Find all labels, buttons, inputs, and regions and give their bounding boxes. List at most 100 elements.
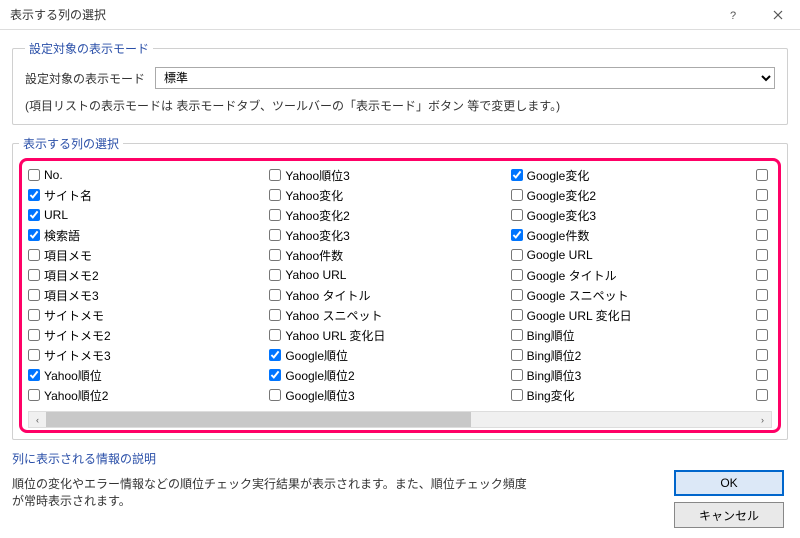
column-item[interactable]: サイトメモ2 xyxy=(28,325,269,345)
column-item[interactable]: Bing変化 xyxy=(511,385,752,405)
column-item[interactable]: Bing順位3 xyxy=(511,365,752,385)
column-checkbox[interactable] xyxy=(511,289,523,301)
column-checkbox[interactable] xyxy=(28,309,40,321)
column-item-overflow[interactable] xyxy=(752,265,772,285)
column-checkbox[interactable] xyxy=(756,309,768,321)
column-item[interactable]: Google変化 xyxy=(511,165,752,185)
column-item[interactable]: Google順位2 xyxy=(269,365,510,385)
column-item-overflow[interactable] xyxy=(752,185,772,205)
column-checkbox[interactable] xyxy=(511,349,523,361)
column-checkbox[interactable] xyxy=(28,229,40,241)
column-checkbox[interactable] xyxy=(269,389,281,401)
scroll-thumb[interactable] xyxy=(46,412,471,427)
column-item[interactable]: Google URL xyxy=(511,245,752,265)
column-item[interactable]: Google URL 変化日 xyxy=(511,305,752,325)
column-item[interactable]: Google変化3 xyxy=(511,205,752,225)
column-item[interactable]: Yahoo URL 変化日 xyxy=(269,325,510,345)
column-item[interactable]: Google順位3 xyxy=(269,385,510,405)
column-checkbox[interactable] xyxy=(511,389,523,401)
column-checkbox[interactable] xyxy=(28,249,40,261)
column-checkbox[interactable] xyxy=(269,209,281,221)
column-checkbox[interactable] xyxy=(28,169,40,181)
column-item[interactable]: Yahoo変化3 xyxy=(269,225,510,245)
column-checkbox[interactable] xyxy=(511,229,523,241)
column-checkbox[interactable] xyxy=(756,389,768,401)
column-checkbox[interactable] xyxy=(269,369,281,381)
column-item[interactable]: Yahoo順位3 xyxy=(269,165,510,185)
column-checkbox[interactable] xyxy=(28,349,40,361)
column-item-overflow[interactable] xyxy=(752,245,772,265)
column-checkbox[interactable] xyxy=(511,249,523,261)
column-item[interactable]: URL xyxy=(28,205,269,225)
scroll-track[interactable] xyxy=(46,412,754,427)
ok-button[interactable]: OK xyxy=(674,470,784,496)
column-item[interactable]: サイトメモ xyxy=(28,305,269,325)
column-checkbox[interactable] xyxy=(269,169,281,181)
column-item[interactable]: Bing順位 xyxy=(511,325,752,345)
scroll-right-button[interactable]: › xyxy=(754,412,771,427)
column-checkbox[interactable] xyxy=(756,169,768,181)
column-checkbox[interactable] xyxy=(756,369,768,381)
column-item[interactable]: Yahoo順位2 xyxy=(28,385,269,405)
column-checkbox[interactable] xyxy=(269,189,281,201)
column-item-overflow[interactable] xyxy=(752,225,772,245)
column-item-overflow[interactable] xyxy=(752,165,772,185)
column-checkbox[interactable] xyxy=(511,209,523,221)
column-checkbox[interactable] xyxy=(28,329,40,341)
column-item-overflow[interactable] xyxy=(752,285,772,305)
column-item[interactable]: Bing順位2 xyxy=(511,345,752,365)
column-checkbox[interactable] xyxy=(511,269,523,281)
column-checkbox[interactable] xyxy=(511,189,523,201)
column-checkbox[interactable] xyxy=(756,229,768,241)
column-item[interactable]: Yahoo変化2 xyxy=(269,205,510,225)
column-item[interactable]: Yahoo件数 xyxy=(269,245,510,265)
cancel-button[interactable]: キャンセル xyxy=(674,502,784,528)
column-checkbox[interactable] xyxy=(269,229,281,241)
column-checkbox[interactable] xyxy=(28,289,40,301)
column-item[interactable]: 項目メモ xyxy=(28,245,269,265)
column-item-overflow[interactable] xyxy=(752,205,772,225)
column-checkbox[interactable] xyxy=(269,249,281,261)
column-checkbox[interactable] xyxy=(511,309,523,321)
column-item[interactable]: Google タイトル xyxy=(511,265,752,285)
column-checkbox[interactable] xyxy=(756,329,768,341)
column-checkbox[interactable] xyxy=(756,209,768,221)
column-item-overflow[interactable] xyxy=(752,345,772,365)
column-item[interactable]: Yahoo URL xyxy=(269,265,510,285)
close-button[interactable] xyxy=(755,0,800,30)
horizontal-scrollbar[interactable]: ‹ › xyxy=(28,411,772,428)
column-checkbox[interactable] xyxy=(28,269,40,281)
column-item-overflow[interactable] xyxy=(752,305,772,325)
column-checkbox[interactable] xyxy=(269,349,281,361)
column-item[interactable]: Google件数 xyxy=(511,225,752,245)
column-checkbox[interactable] xyxy=(511,169,523,181)
column-checkbox[interactable] xyxy=(28,209,40,221)
column-checkbox[interactable] xyxy=(269,269,281,281)
column-item[interactable]: 項目メモ3 xyxy=(28,285,269,305)
column-item[interactable]: Yahoo スニペット xyxy=(269,305,510,325)
column-item[interactable]: Yahoo順位 xyxy=(28,365,269,385)
column-checkbox[interactable] xyxy=(756,249,768,261)
column-item[interactable]: Google スニペット xyxy=(511,285,752,305)
column-item[interactable]: 項目メモ2 xyxy=(28,265,269,285)
column-checkbox[interactable] xyxy=(269,309,281,321)
column-item[interactable]: Google順位 xyxy=(269,345,510,365)
column-checkbox[interactable] xyxy=(511,369,523,381)
column-checkbox[interactable] xyxy=(756,289,768,301)
column-checkbox[interactable] xyxy=(511,329,523,341)
column-item[interactable]: Google変化2 xyxy=(511,185,752,205)
column-item[interactable]: Yahoo タイトル xyxy=(269,285,510,305)
column-item-overflow[interactable] xyxy=(752,365,772,385)
column-checkbox[interactable] xyxy=(756,189,768,201)
column-item[interactable]: Yahoo変化 xyxy=(269,185,510,205)
column-item[interactable]: サイト名 xyxy=(28,185,269,205)
scroll-left-button[interactable]: ‹ xyxy=(29,412,46,427)
mode-select[interactable]: 標準 xyxy=(155,67,775,89)
column-checkbox[interactable] xyxy=(269,289,281,301)
column-checkbox[interactable] xyxy=(28,369,40,381)
column-checkbox[interactable] xyxy=(269,329,281,341)
column-checkbox[interactable] xyxy=(756,269,768,281)
column-item-overflow[interactable] xyxy=(752,385,772,405)
column-item[interactable]: 検索語 xyxy=(28,225,269,245)
help-button[interactable]: ? xyxy=(710,0,755,30)
